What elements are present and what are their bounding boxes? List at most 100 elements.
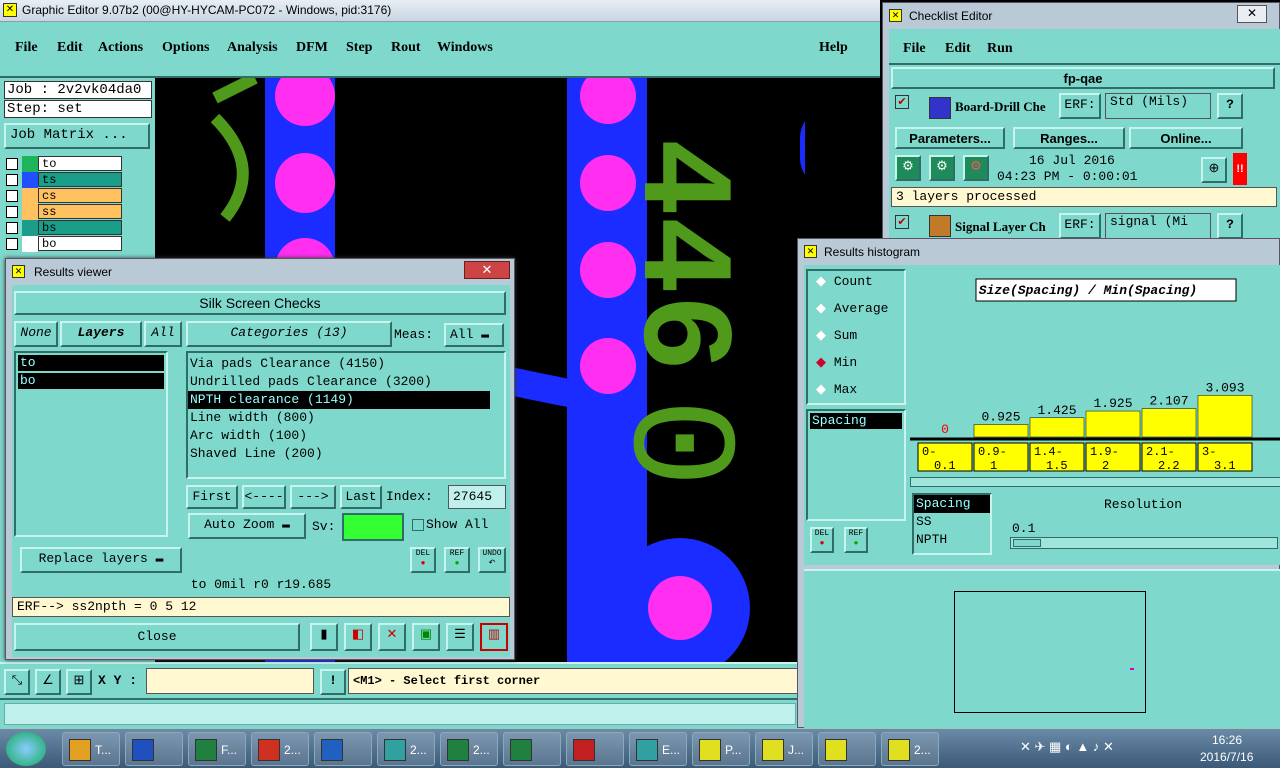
taskbar-item[interactable]: E... — [629, 732, 687, 766]
layer-checkbox[interactable] — [6, 190, 18, 202]
ce-close-icon[interactable]: ✕ — [1237, 5, 1267, 23]
last-button[interactable]: Last — [340, 485, 382, 509]
taskbar-item[interactable]: 2... — [440, 732, 498, 766]
ce-menu-run[interactable]: Run — [987, 41, 1013, 57]
menu-step[interactable]: Step — [346, 40, 372, 56]
index-input[interactable]: 27645 — [448, 485, 506, 509]
del-button[interactable]: DEL ● — [410, 547, 436, 573]
tool-icon-2[interactable]: ◧ — [344, 623, 372, 651]
chart-scrollbar[interactable] — [910, 477, 1280, 487]
categories-tab[interactable]: Categories (13) — [186, 321, 392, 347]
stat-option-count[interactable]: ◆ Count — [808, 271, 904, 298]
taskbar-item[interactable]: F... — [188, 732, 246, 766]
meas-item[interactable]: Spacing — [810, 413, 902, 429]
category-item[interactable]: NPTH clearance (1149) — [188, 391, 490, 409]
taskbar-item[interactable]: P... — [692, 732, 750, 766]
taskbar-item[interactable]: 2... — [881, 732, 939, 766]
layer-checkbox[interactable] — [6, 238, 18, 250]
check1-erf-value[interactable]: Std (Mils) — [1105, 93, 1211, 119]
taskbar-item[interactable]: J... — [755, 732, 813, 766]
online-button[interactable]: Online... — [1129, 127, 1243, 149]
taskbar-item[interactable] — [818, 732, 876, 766]
check1-help-button[interactable]: ? — [1217, 93, 1243, 119]
resolution-slider[interactable] — [1010, 537, 1278, 549]
taskbar-item[interactable] — [503, 732, 561, 766]
menu-rout[interactable]: Rout — [391, 40, 421, 56]
layer-result-item[interactable]: bo — [18, 373, 164, 389]
hist-del-button[interactable]: DEL ● — [810, 527, 834, 553]
menu-analysis[interactable]: Analysis — [227, 40, 278, 56]
stat-option-min[interactable]: ◆ Min — [808, 352, 904, 379]
warning-icon[interactable]: ! — [320, 669, 346, 695]
layer-row[interactable]: bs — [4, 220, 124, 236]
layer-checkbox[interactable] — [6, 222, 18, 234]
category-item[interactable]: Arc width (100) — [188, 427, 490, 445]
layer-row[interactable]: bo — [4, 236, 124, 252]
layer-result-item[interactable]: to — [18, 355, 164, 371]
layer-checkbox[interactable] — [6, 158, 18, 170]
grid-icon[interactable]: ⊞ — [66, 669, 92, 695]
parameters-button[interactable]: Parameters... — [895, 127, 1005, 149]
menu-options[interactable]: Options — [162, 40, 209, 56]
layer-checkbox[interactable] — [6, 206, 18, 218]
ranges-button[interactable]: Ranges... — [1013, 127, 1125, 149]
sv-color-select[interactable] — [342, 513, 404, 541]
category-item[interactable]: Undrilled pads Clearance (3200) — [188, 373, 490, 391]
stat-option-average[interactable]: ◆ Average — [808, 298, 904, 325]
rv-close-icon[interactable]: ✕ — [464, 261, 510, 279]
zoom-icon[interactable]: ⊕ — [1201, 157, 1227, 183]
none-button[interactable]: None — [14, 321, 58, 347]
category-list[interactable]: Via pads Clearance (4150) Undrilled pads … — [186, 351, 506, 479]
sub-meas-list[interactable]: Spacing SS NPTH — [912, 493, 992, 555]
category-item[interactable]: Line width (800) — [188, 409, 490, 427]
sub-meas-item[interactable]: NPTH — [914, 531, 990, 549]
check1-checkbox[interactable]: ✔ — [895, 95, 909, 109]
ce-menu-file[interactable]: File — [903, 41, 926, 57]
run-icon-2[interactable]: ⚙ — [929, 155, 955, 181]
menu-dfm[interactable]: DFM — [296, 40, 328, 56]
check2-checkbox[interactable]: ✔ — [895, 215, 909, 229]
job-matrix-button[interactable]: Job Matrix ... — [4, 123, 150, 149]
first-button[interactable]: First — [186, 485, 238, 509]
tool-icon-3[interactable]: ✕ — [378, 623, 406, 651]
tool-icon-1[interactable]: ▮ — [310, 623, 338, 651]
taskbar-item[interactable]: 2... — [377, 732, 435, 766]
taskbar-item[interactable] — [125, 732, 183, 766]
prev-button[interactable]: <---- — [242, 485, 286, 509]
taskbar-item[interactable] — [566, 732, 624, 766]
menu-actions[interactable]: Actions — [98, 40, 143, 56]
taskbar-item[interactable]: 2... — [251, 732, 309, 766]
meas-select[interactable]: All ▬ — [444, 323, 504, 347]
layer-row[interactable]: ss — [4, 204, 124, 220]
layer-results-list[interactable]: to bo — [14, 351, 168, 537]
close-button[interactable]: Close — [14, 623, 300, 651]
ce-menu-edit[interactable]: Edit — [945, 41, 971, 57]
check2-erf-value[interactable]: signal (Mi — [1105, 213, 1211, 239]
category-item[interactable]: Via pads Clearance (4150) — [188, 355, 490, 373]
meas-list[interactable]: Spacing — [806, 409, 906, 521]
undo-button[interactable]: UNDO ↶ — [478, 547, 506, 573]
show-all-checkbox[interactable] — [412, 519, 424, 531]
all-button[interactable]: All — [144, 321, 182, 347]
sub-meas-item[interactable]: SS — [914, 513, 990, 531]
stat-option-max[interactable]: ◆ Max — [808, 379, 904, 406]
layer-checkbox[interactable] — [6, 174, 18, 186]
zoom-fit-icon[interactable]: ⤡ — [4, 669, 30, 695]
taskbar-item[interactable] — [314, 732, 372, 766]
replace-layers-select[interactable]: Replace layers ▬ — [20, 547, 182, 573]
hist-ref-button[interactable]: REF ● — [844, 527, 868, 553]
auto-zoom-select[interactable]: Auto Zoom ▬ — [188, 513, 306, 539]
taskbar-item[interactable]: T... — [62, 732, 120, 766]
run-icon-3[interactable]: ⚙ — [963, 155, 989, 181]
run-icon-1[interactable]: ⚙ — [895, 155, 921, 181]
preview-box[interactable] — [954, 591, 1146, 713]
menu-edit[interactable]: Edit — [57, 40, 83, 56]
measure-icon[interactable]: ∠ — [35, 669, 61, 695]
menu-help[interactable]: Help — [819, 40, 848, 56]
start-button[interactable] — [6, 732, 46, 766]
sub-meas-item[interactable]: Spacing — [914, 495, 990, 513]
next-button[interactable]: ---> — [290, 485, 336, 509]
layer-row[interactable]: cs — [4, 188, 124, 204]
xy-input[interactable] — [146, 668, 314, 694]
layer-row[interactable]: to — [4, 156, 124, 172]
